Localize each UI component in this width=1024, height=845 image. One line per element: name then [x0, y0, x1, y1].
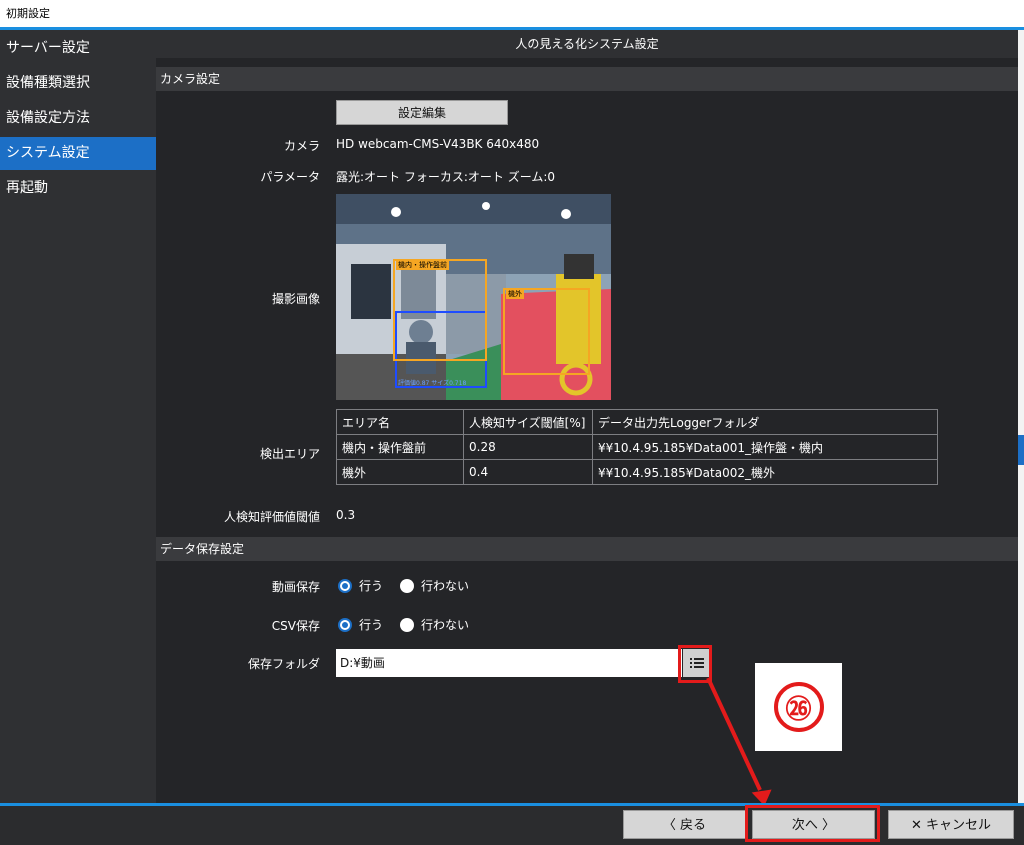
cancel-button[interactable]: ✕ キャンセル: [888, 810, 1014, 839]
highlight-next-button: [745, 805, 880, 842]
back-button[interactable]: 〈 戻る: [623, 810, 746, 839]
arrow-icon: [706, 677, 772, 806]
